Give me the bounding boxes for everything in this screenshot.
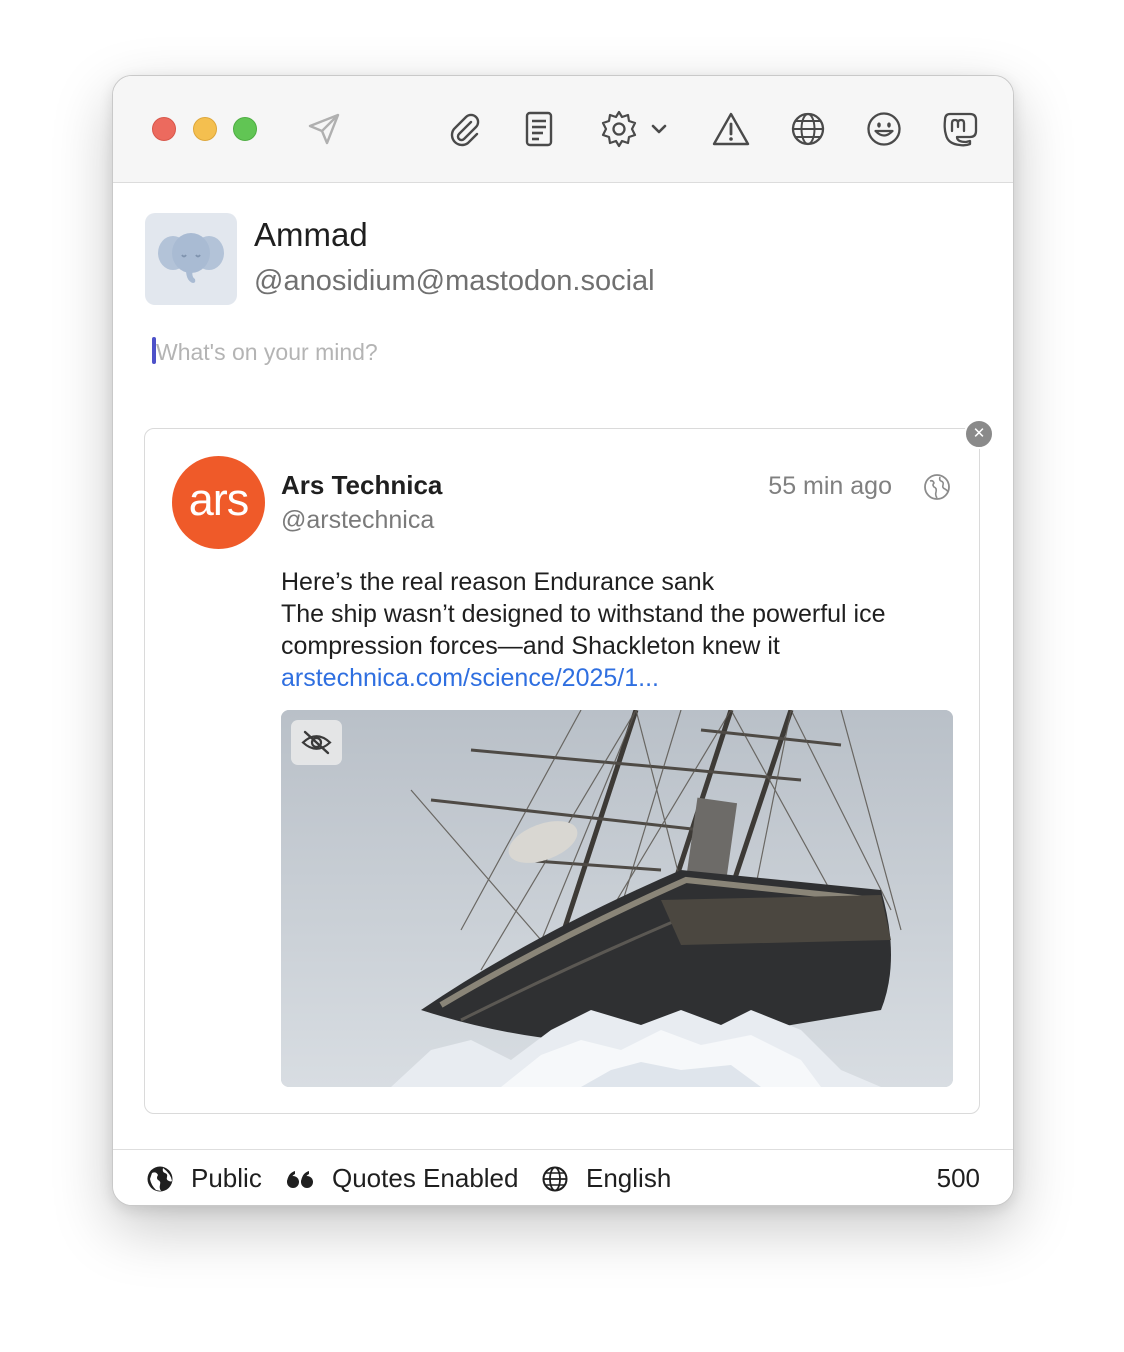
compose-window: Ammad @anosidium@mastodon.social ✕ ars A… [112, 75, 1014, 1206]
quoted-post-line: The ship wasn’t designed to withstand th… [281, 600, 886, 628]
close-window-button[interactable] [152, 117, 176, 141]
quoted-author-handle: @arstechnica [281, 506, 435, 534]
quoted-author-name: Ars Technica [281, 470, 443, 500]
display-name: Ammad [254, 216, 368, 253]
status-footer: Public Quotes Enabled English 500 [113, 1149, 1013, 1205]
quote-policy-selector[interactable]: Quotes Enabled [332, 1163, 518, 1194]
send-icon[interactable] [304, 109, 344, 149]
attach-icon[interactable] [444, 109, 484, 149]
quoted-avatar[interactable]: ars [172, 456, 265, 549]
avatar[interactable] [145, 213, 237, 305]
emoji-icon[interactable] [864, 109, 904, 149]
mastodon-icon[interactable] [940, 109, 980, 149]
language-globe-icon[interactable] [541, 1165, 569, 1193]
character-count: 500 [936, 1163, 980, 1193]
quoted-post-line: Here’s the real reason Endurance sank [281, 568, 715, 596]
toolbar [113, 76, 1013, 183]
minimize-window-button[interactable] [193, 117, 217, 141]
zoom-window-button[interactable] [233, 117, 257, 141]
hide-media-button[interactable] [291, 720, 342, 765]
ship-in-ice-photo [281, 710, 953, 1087]
quoted-media-image[interactable] [281, 710, 953, 1087]
quoted-post-body: Here’s the real reason Endurance sank Th… [281, 566, 961, 694]
compose-input[interactable] [156, 332, 956, 372]
draft-icon[interactable] [519, 109, 559, 149]
remove-quote-button[interactable]: ✕ [964, 419, 994, 449]
language-selector[interactable]: English [586, 1163, 671, 1194]
chevron-down-icon[interactable] [645, 109, 673, 149]
public-visibility-icon [923, 473, 951, 501]
visibility-selector[interactable]: Public [191, 1163, 262, 1194]
quoted-post-line: compression forces—and Shackleton knew i… [281, 632, 780, 660]
quote-marks-icon[interactable] [284, 1165, 316, 1193]
globe-icon[interactable] [788, 109, 828, 149]
quoted-post-link[interactable]: arstechnica.com/science/2025/1... [281, 662, 961, 694]
earth-icon[interactable] [146, 1165, 174, 1193]
warning-icon[interactable] [711, 109, 751, 149]
eye-slash-icon [301, 730, 332, 755]
quoted-post-time: 55 min ago [768, 472, 892, 500]
account-handle: @anosidium@mastodon.social [254, 265, 655, 297]
gear-icon[interactable] [599, 109, 639, 149]
